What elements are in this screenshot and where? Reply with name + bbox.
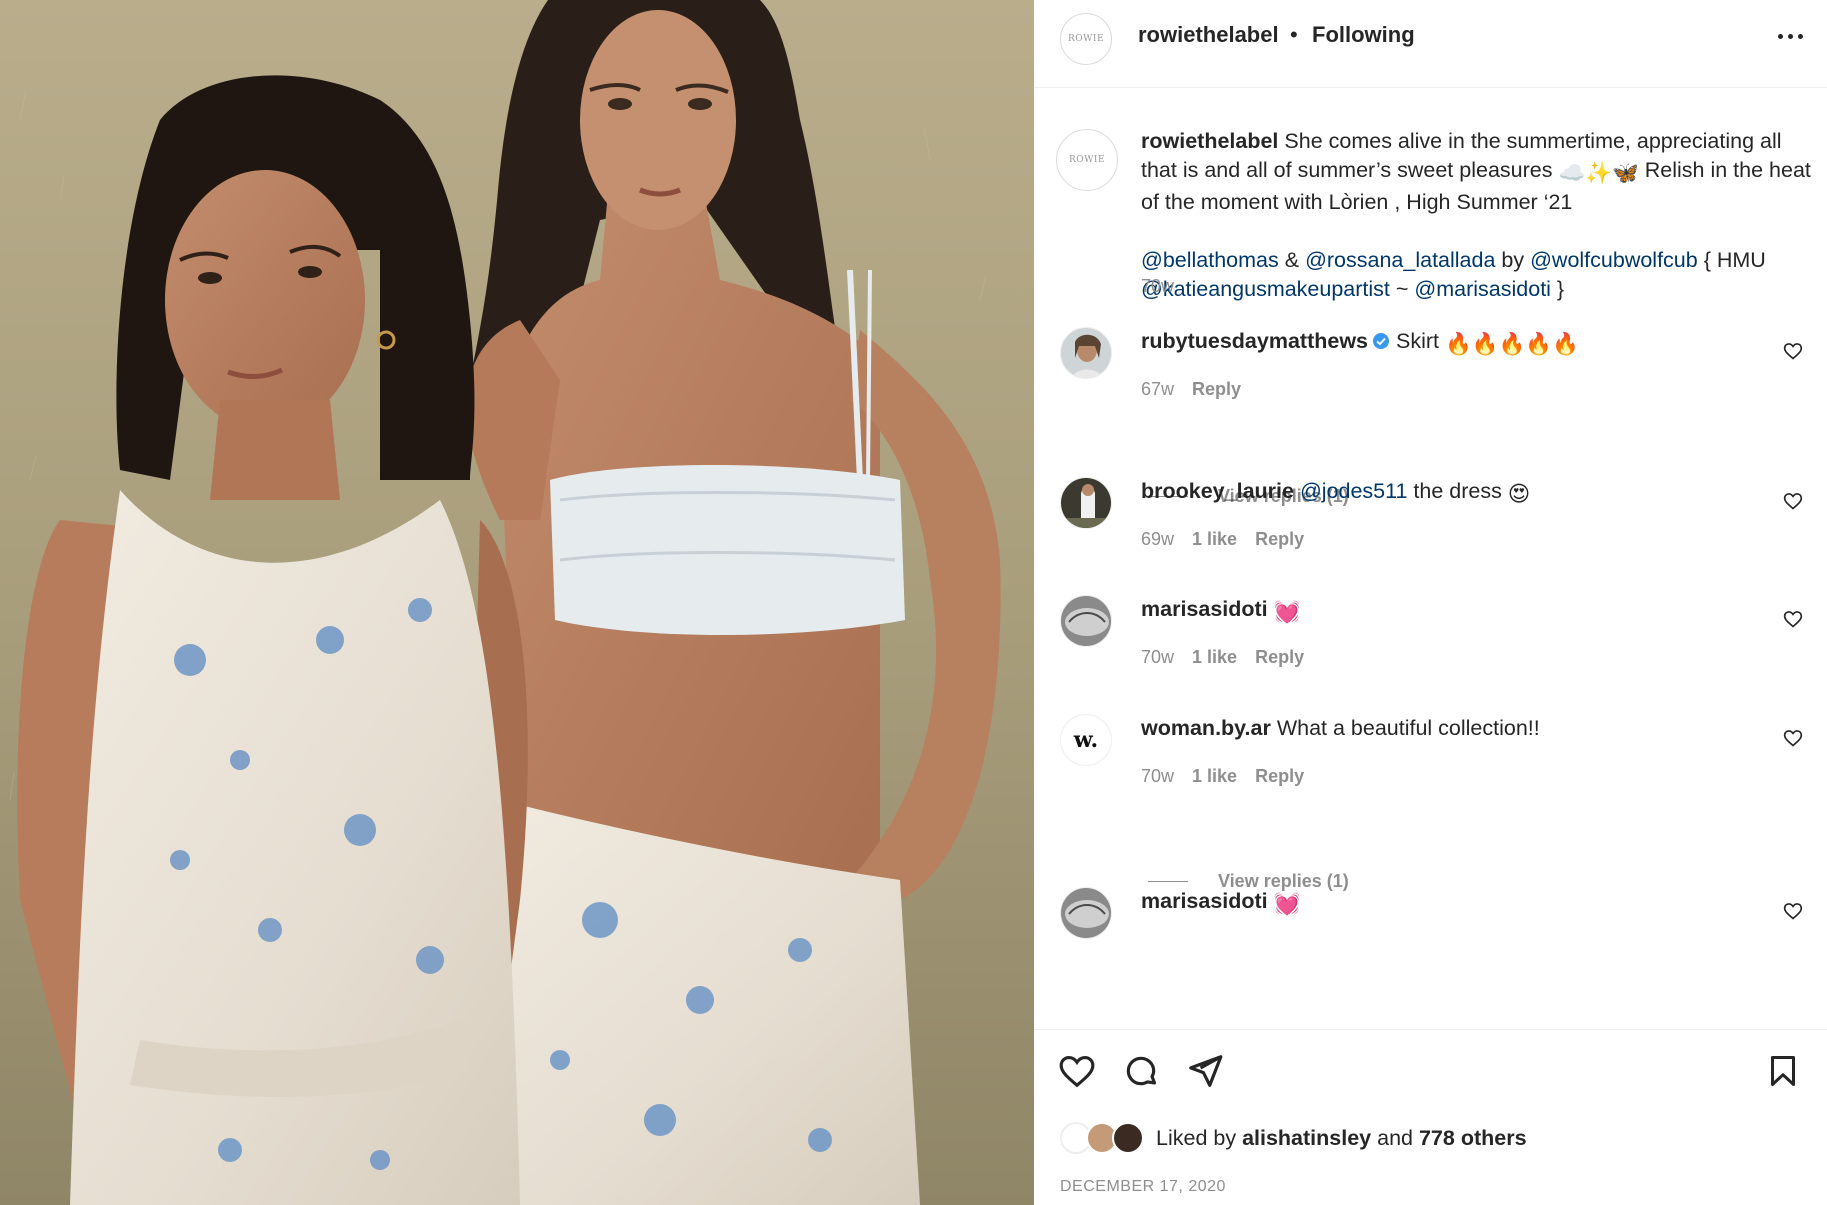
post-panel: ROWIE rowiethelabel • Following ROWIE ro… bbox=[1034, 0, 1827, 1205]
post-footer: Liked by alishatinsley and 778 others DE… bbox=[1034, 1029, 1827, 1205]
commenter-avatar-logo: w. bbox=[1073, 727, 1099, 753]
mention-link[interactable]: @wolfcubwolfcub bbox=[1530, 248, 1698, 272]
comment-text: rubytuesdaymatthews Skirt 🔥🔥🔥🔥🔥 bbox=[1141, 327, 1781, 359]
heart-icon[interactable] bbox=[1783, 491, 1803, 511]
heart-icon[interactable] bbox=[1783, 901, 1803, 921]
author-avatar-logo: ROWIE bbox=[1067, 34, 1105, 44]
comment-meta: 70w 1 like Reply bbox=[1141, 647, 1304, 668]
liker-avatar bbox=[1112, 1122, 1144, 1154]
more-options-icon[interactable] bbox=[1775, 26, 1805, 46]
comment-body: What a beautiful collection!! bbox=[1270, 716, 1540, 740]
author-avatar[interactable]: ROWIE bbox=[1060, 13, 1112, 65]
mention-link[interactable]: @marisasidoti bbox=[1414, 277, 1551, 301]
caption-timestamp[interactable]: 70w bbox=[1141, 276, 1174, 297]
reply-button[interactable]: Reply bbox=[1255, 766, 1304, 787]
post-photo[interactable] bbox=[0, 0, 1034, 1205]
mention-link[interactable]: @bellathomas bbox=[1141, 248, 1279, 272]
author-username[interactable]: rowiethelabel bbox=[1138, 22, 1279, 48]
comment-emoji: 💓 bbox=[1273, 600, 1301, 624]
post-photo-illustration bbox=[0, 0, 1034, 1205]
comment-emoji: 🔥🔥🔥🔥🔥 bbox=[1444, 332, 1579, 356]
mention-link[interactable]: @rossana_latallada bbox=[1305, 248, 1495, 272]
caption-hmu: { HMU bbox=[1697, 248, 1766, 272]
liked-by-mid: and bbox=[1371, 1125, 1419, 1150]
caption-close: } bbox=[1550, 277, 1565, 301]
caption-emoji: ☁️✨🦋 bbox=[1558, 161, 1639, 185]
following-button[interactable]: Following bbox=[1312, 22, 1415, 48]
post-header: ROWIE rowiethelabel • Following bbox=[1034, 0, 1827, 88]
heart-icon[interactable] bbox=[1783, 609, 1803, 629]
comment-username[interactable]: marisasidoti bbox=[1141, 889, 1268, 913]
comment-likes[interactable]: 1 like bbox=[1192, 766, 1237, 787]
commenter-avatar[interactable] bbox=[1060, 887, 1112, 939]
commenter-avatar[interactable]: w. bbox=[1060, 714, 1112, 766]
commenter-avatar[interactable] bbox=[1060, 327, 1112, 379]
comment-text: brookey_laurie @jodes511 the dress 😍 bbox=[1141, 477, 1781, 509]
comment-likes[interactable]: 1 like bbox=[1192, 529, 1237, 550]
comment-timestamp[interactable]: 69w bbox=[1141, 529, 1174, 550]
comment-meta: 67w Reply bbox=[1141, 379, 1241, 400]
liker-avatars[interactable] bbox=[1060, 1122, 1150, 1154]
mention-link[interactable]: @katieangusmakeupartist bbox=[1141, 277, 1390, 301]
mention-link[interactable]: @jodes511 bbox=[1300, 479, 1408, 503]
comment-body: Skirt bbox=[1390, 329, 1445, 353]
heart-icon[interactable] bbox=[1783, 341, 1803, 361]
replies-divider bbox=[1148, 881, 1188, 882]
share-icon[interactable] bbox=[1186, 1052, 1224, 1090]
likes-text: Liked by alishatinsley and 778 others bbox=[1156, 1126, 1527, 1151]
post-actions bbox=[1058, 1052, 1224, 1090]
commenter-avatar[interactable] bbox=[1060, 477, 1112, 529]
caption-text: rowiethelabel She comes alive in the sum… bbox=[1141, 127, 1811, 304]
liked-by-prefix: Liked by bbox=[1156, 1125, 1243, 1150]
reply-button[interactable]: Reply bbox=[1255, 529, 1304, 550]
comment-likes[interactable]: 1 like bbox=[1192, 647, 1237, 668]
comment-body: the dress bbox=[1407, 479, 1508, 503]
comment-timestamp[interactable]: 67w bbox=[1141, 379, 1174, 400]
caption-avatar[interactable]: ROWIE bbox=[1056, 129, 1118, 191]
header-separator: • bbox=[1290, 22, 1298, 47]
comment-username[interactable]: marisasidoti bbox=[1141, 597, 1268, 621]
comment-username[interactable]: rubytuesdaymatthews bbox=[1141, 329, 1368, 353]
caption-avatar-logo: ROWIE bbox=[1068, 155, 1106, 165]
comment-timestamp[interactable]: 70w bbox=[1141, 766, 1174, 787]
comment-text: woman.by.ar What a beautiful collection!… bbox=[1141, 714, 1781, 743]
verified-badge-icon bbox=[1373, 333, 1390, 349]
liked-by-others[interactable]: 778 others bbox=[1419, 1126, 1527, 1150]
comment-emoji: 💓 bbox=[1273, 892, 1301, 916]
heart-icon[interactable] bbox=[1058, 1052, 1096, 1090]
comment-text: marisasidoti 💓 bbox=[1141, 595, 1781, 627]
comment-username[interactable]: brookey_laurie bbox=[1141, 479, 1294, 503]
caption-amp: & bbox=[1278, 248, 1306, 272]
heart-icon[interactable] bbox=[1783, 728, 1803, 748]
comment-icon[interactable] bbox=[1122, 1052, 1160, 1090]
comments-scroll-area[interactable]: ROWIE rowiethelabel She comes alive in t… bbox=[1034, 89, 1827, 1029]
reply-button[interactable]: Reply bbox=[1192, 379, 1241, 400]
commenter-avatar[interactable] bbox=[1060, 595, 1112, 647]
post-date[interactable]: DECEMBER 17, 2020 bbox=[1060, 1178, 1226, 1196]
caption-username[interactable]: rowiethelabel bbox=[1141, 129, 1278, 153]
comment-emoji: 😍 bbox=[1507, 482, 1531, 506]
comment-text: marisasidoti 💓 bbox=[1141, 887, 1781, 919]
caption-by: by bbox=[1495, 248, 1531, 272]
bookmark-icon[interactable] bbox=[1765, 1052, 1801, 1090]
comment-username[interactable]: woman.by.ar bbox=[1141, 716, 1271, 740]
caption-tilde: ~ bbox=[1389, 277, 1415, 301]
comment-meta: 70w 1 like Reply bbox=[1141, 766, 1304, 787]
likes-summary: Liked by alishatinsley and 778 others bbox=[1060, 1122, 1527, 1154]
liked-by-user[interactable]: alishatinsley bbox=[1242, 1126, 1371, 1150]
comment-timestamp[interactable]: 70w bbox=[1141, 647, 1174, 668]
reply-button[interactable]: Reply bbox=[1255, 647, 1304, 668]
comment-meta: 69w 1 like Reply bbox=[1141, 529, 1304, 550]
